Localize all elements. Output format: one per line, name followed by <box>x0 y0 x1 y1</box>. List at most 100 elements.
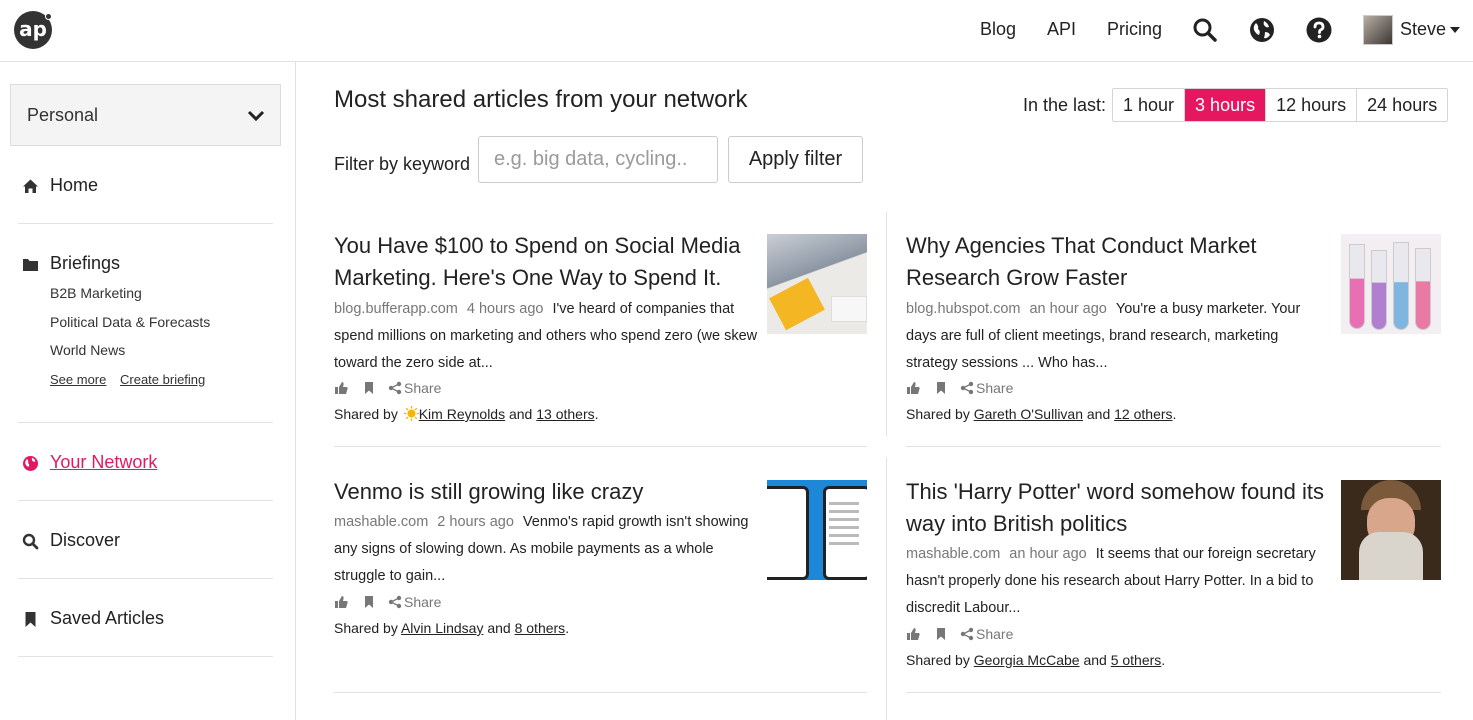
sharer-link[interactable]: Georgia McCabe <box>974 652 1080 668</box>
user-avatar[interactable] <box>1363 15 1393 45</box>
article-snippet: mashable.com 2 hours ago Venmo's rapid gro… <box>334 509 759 590</box>
card-divider <box>334 692 867 693</box>
column-divider <box>886 212 887 436</box>
share-icon[interactable] <box>960 381 974 395</box>
article-title[interactable]: This 'Harry Potter' word somehow found i… <box>906 476 1324 540</box>
thumbs-up-icon[interactable] <box>334 381 348 395</box>
nav-blog[interactable]: Blog <box>980 19 1016 40</box>
sidebar: Personal Home Briefings B2B Marketing Po… <box>0 62 296 720</box>
and-text: and <box>487 620 511 636</box>
others-link[interactable]: 5 others <box>1111 652 1162 668</box>
bookmark-icon[interactable] <box>934 627 948 641</box>
and-text: and <box>1086 406 1111 422</box>
snippet-text: discredit Labour... <box>906 600 1021 616</box>
share-button[interactable]: Share <box>404 380 441 396</box>
share-button[interactable]: Share <box>404 594 441 610</box>
article-source[interactable]: blog.bufferapp.com <box>334 301 458 317</box>
create-briefing-link[interactable]: Create briefing <box>120 372 205 387</box>
time-option-1-hour[interactable]: 1 hour <box>1113 89 1185 121</box>
briefing-political-data[interactable]: Political Data & Forecasts <box>50 314 210 330</box>
shared-by-label: Shared by <box>334 406 398 422</box>
shared-by-line: Shared by Gareth O'Sullivan and 12 other… <box>906 406 1177 422</box>
bookmark-icon[interactable] <box>934 381 948 395</box>
time-option-24-hours[interactable]: 24 hours <box>1356 89 1448 121</box>
thumbs-up-icon[interactable] <box>334 595 348 609</box>
sidebar-item-label: Home <box>50 175 99 195</box>
home-icon <box>23 179 38 193</box>
card-divider <box>906 446 1441 447</box>
article-source[interactable]: mashable.com <box>906 546 1000 562</box>
article-card: This 'Harry Potter' word somehow found i… <box>906 476 1441 676</box>
article-snippet: mashable.com an hour ago It seems that our… <box>906 541 1331 622</box>
article-thumbnail[interactable] <box>1341 234 1441 334</box>
page-title: Most shared articles from your network <box>334 86 748 113</box>
time-option-3-hours[interactable]: 3 hours <box>1184 89 1266 121</box>
article-title[interactable]: Why Agencies That Conduct Market Researc… <box>906 230 1257 294</box>
snippet-text: strategy sessions ... Who has... <box>906 355 1108 371</box>
sharer-link[interactable]: Alvin Lindsay <box>401 620 484 636</box>
share-icon[interactable] <box>388 595 402 609</box>
chevron-down-icon <box>247 110 265 122</box>
article-thumbnail[interactable] <box>1341 480 1441 580</box>
article-card: Venmo is still growing like crazy mashab… <box>334 476 867 646</box>
apply-filter-button[interactable]: Apply filter <box>728 136 863 183</box>
workspace-label: Personal <box>27 105 99 125</box>
others-link[interactable]: 13 others <box>536 406 594 422</box>
search-icon <box>22 533 39 550</box>
filter-label: Filter by keyword <box>334 154 471 174</box>
briefing-b2b-marketing[interactable]: B2B Marketing <box>50 285 142 301</box>
article-title-line: Research Grow Faster <box>906 265 1128 290</box>
bookmark-icon[interactable] <box>362 595 376 609</box>
snippet-text: spend millions on marketing and others w… <box>334 328 758 344</box>
shared-by-label: Shared by <box>906 406 970 422</box>
search-icon[interactable] <box>1192 17 1218 43</box>
share-icon[interactable] <box>388 381 402 395</box>
shared-by-label: Shared by <box>906 652 970 668</box>
divider <box>18 223 273 224</box>
article-actions: Share <box>906 626 1026 642</box>
article-actions: Share <box>334 594 454 610</box>
keyword-filter-input[interactable] <box>478 136 718 183</box>
share-button[interactable]: Share <box>976 380 1013 396</box>
others-link[interactable]: 8 others <box>515 620 566 636</box>
briefing-world-news[interactable]: World News <box>50 342 125 358</box>
logo-dot <box>45 13 52 20</box>
thumbs-up-icon[interactable] <box>906 381 920 395</box>
article-thumbnail[interactable] <box>767 480 867 580</box>
bookmark-icon <box>25 612 36 627</box>
help-icon[interactable] <box>1306 17 1332 43</box>
article-title[interactable]: You Have $100 to Spend on Social Media M… <box>334 230 740 294</box>
article-source[interactable]: blog.hubspot.com <box>906 301 1020 317</box>
article-time: 4 hours ago <box>466 301 544 317</box>
globe-icon[interactable] <box>1249 17 1275 43</box>
others-link[interactable]: 12 others <box>1114 406 1172 422</box>
article-snippet: blog.bufferapp.com 4 hours ago I've heard … <box>334 296 759 377</box>
sharer-link[interactable]: Kim Reynolds <box>419 406 505 422</box>
share-icon[interactable] <box>960 627 974 641</box>
shared-by-line: Shared by Georgia McCabe and 5 others. <box>906 652 1166 668</box>
article-source[interactable]: mashable.com <box>334 514 428 530</box>
time-option-12-hours[interactable]: 12 hours <box>1265 89 1357 121</box>
top-bar: ap Blog API Pricing Steve <box>0 0 1473 62</box>
article-title-line: Why Agencies That Conduct Market <box>906 233 1257 258</box>
workspace-dropdown[interactable]: Personal <box>10 84 281 146</box>
share-button[interactable]: Share <box>976 626 1013 642</box>
snippet-text: It seems that our foreign secretary <box>1095 546 1316 562</box>
thumbs-up-icon[interactable] <box>906 627 920 641</box>
sidebar-item-label: Discover <box>50 530 121 550</box>
divider <box>18 578 273 579</box>
bookmark-icon[interactable] <box>362 381 376 395</box>
and-text: and <box>1083 652 1107 668</box>
folder-icon <box>23 259 38 271</box>
sharer-link[interactable]: Gareth O'Sullivan <box>974 406 1083 422</box>
article-title-line: Venmo is still growing like crazy <box>334 479 644 504</box>
user-menu-caret-icon[interactable] <box>1450 27 1460 33</box>
nav-pricing[interactable]: Pricing <box>1107 19 1162 40</box>
article-title-line: Marketing. Here's One Way to Spend It. <box>334 265 722 290</box>
article-snippet: blog.hubspot.com an hour ago You're a busy… <box>906 296 1331 377</box>
see-more-link[interactable]: See more <box>50 372 106 387</box>
article-thumbnail[interactable] <box>767 234 867 334</box>
user-name[interactable]: Steve <box>1400 19 1446 40</box>
nav-api[interactable]: API <box>1047 19 1076 40</box>
article-title[interactable]: Venmo is still growing like crazy <box>334 476 643 508</box>
